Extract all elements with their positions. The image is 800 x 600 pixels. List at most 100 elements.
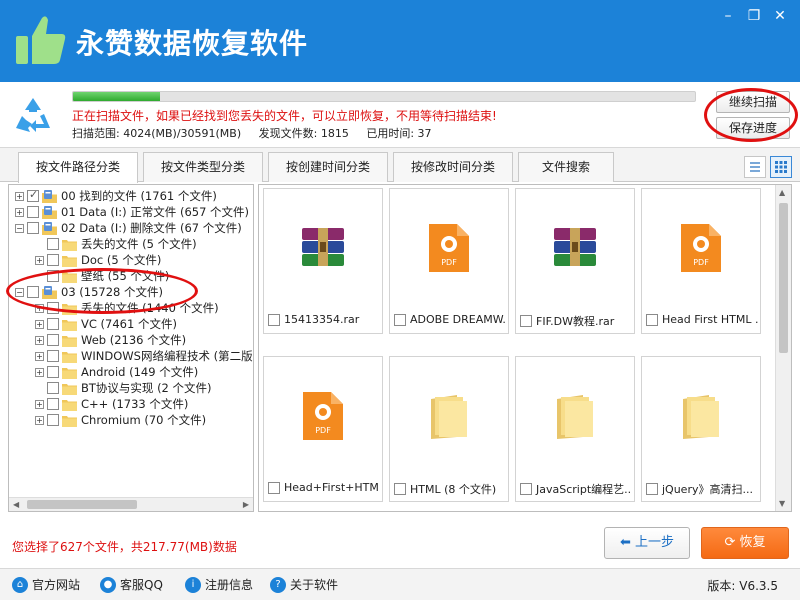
official-site-link[interactable]: ⌂ 官方网站	[12, 576, 80, 593]
tab-bar: 按文件路径分类 按文件类型分类 按创建时间分类 按修改时间分类 文件搜索	[0, 148, 800, 183]
tree-node-label: Chromium (70 个文件)	[81, 413, 207, 427]
close-button[interactable]: ✕	[768, 6, 792, 26]
support-qq-label: 客服QQ	[120, 578, 163, 592]
expand-icon[interactable]: +	[35, 303, 44, 313]
folder-tree[interactable]: ◀ ▶ +00 找到的文件 (1761 个文件)+01 Data (I:) 正常…	[8, 184, 254, 512]
grid-view-icon[interactable]	[770, 156, 792, 178]
expand-icon[interactable]: +	[35, 255, 44, 265]
tree-node-checkbox[interactable]	[47, 254, 59, 266]
tree-node[interactable]: 壁纸 (55 个文件)	[35, 268, 169, 284]
expand-icon[interactable]: +	[35, 399, 44, 409]
file-tile[interactable]: HTML (8 个文件)	[389, 356, 509, 502]
tree-node-checkbox[interactable]	[47, 414, 59, 426]
tab-by-created[interactable]: 按创建时间分类	[268, 152, 388, 182]
tree-node-checkbox[interactable]	[47, 366, 59, 378]
tree-node-checkbox[interactable]	[47, 238, 59, 250]
tree-node[interactable]: + C++ (1733 个文件)	[35, 396, 188, 412]
continue-scan-button[interactable]: 继续扫描	[716, 91, 790, 113]
tree-node-checkbox[interactable]	[27, 206, 39, 218]
tree-node-checkbox[interactable]	[47, 318, 59, 330]
expand-icon[interactable]: +	[35, 335, 44, 345]
tree-node[interactable]: BT协议与实现 (2 个文件)	[35, 380, 212, 396]
tree-node-label: WINDOWS网络编程技术 (第二版)	[81, 349, 254, 363]
expand-icon[interactable]: +	[35, 367, 44, 377]
tree-node[interactable]: +00 找到的文件 (1761 个文件)	[15, 188, 217, 204]
tree-node[interactable]: + 丢失的文件 (1440 个文件)	[35, 300, 219, 316]
file-tile[interactable]: JavaScript编程艺...	[515, 356, 635, 502]
recover-label: 恢复	[739, 535, 766, 550]
tree-node-label: 01 Data (I:) 正常文件 (657 个文件)	[61, 205, 250, 219]
arrow-left-icon: ⬅	[619, 535, 631, 550]
expand-icon[interactable]: +	[35, 319, 44, 329]
save-progress-button[interactable]: 保存进度	[716, 117, 790, 139]
tree-node-checkbox[interactable]	[27, 222, 39, 234]
pdf-file-icon: PDF	[264, 357, 382, 475]
official-site-label: 官方网站	[32, 578, 81, 592]
file-tile[interactable]: 15413354.rar	[263, 188, 383, 334]
file-tile[interactable]: PDF Head+First+HTM...	[263, 356, 383, 502]
tree-horizontal-scrollbar[interactable]: ◀ ▶	[9, 497, 253, 511]
tree-node[interactable]: + VC (7461 个文件)	[35, 316, 177, 332]
file-checkbox[interactable]	[520, 315, 532, 327]
file-tile[interactable]: PDF ADOBE DREAMW...	[389, 188, 509, 334]
tree-node-checkbox[interactable]	[47, 398, 59, 410]
previous-step-button[interactable]: ⬅ 上一步	[604, 527, 690, 559]
tree-node-checkbox[interactable]	[47, 302, 59, 314]
file-checkbox[interactable]	[394, 483, 406, 495]
tree-node-checkbox[interactable]	[47, 334, 59, 346]
file-checkbox[interactable]	[268, 313, 280, 326]
file-checkbox[interactable]	[520, 483, 532, 495]
collapse-icon[interactable]: −	[15, 287, 24, 297]
file-checkbox[interactable]	[394, 313, 406, 326]
expand-icon[interactable]: +	[15, 191, 24, 201]
tree-node[interactable]: + Web (2136 个文件)	[35, 332, 186, 348]
tree-node[interactable]: − 03 (15728 个文件)	[15, 284, 163, 300]
tab-by-modified[interactable]: 按修改时间分类	[393, 152, 513, 182]
recover-button[interactable]: ⟳ 恢复	[701, 527, 789, 559]
file-name: HTML (8 个文件)	[410, 483, 497, 496]
tab-by-type[interactable]: 按文件类型分类	[143, 152, 263, 182]
file-tile-caption: Head+First+HTM...	[268, 481, 380, 494]
file-checkbox[interactable]	[646, 483, 658, 495]
tree-node[interactable]: 丢失的文件 (5 个文件)	[35, 236, 197, 252]
pdf-file-icon: PDF	[642, 189, 760, 307]
minimize-button[interactable]: –	[716, 6, 740, 26]
expand-icon[interactable]: +	[15, 207, 24, 217]
maximize-button[interactable]: ❐	[742, 6, 766, 26]
collapse-icon[interactable]: −	[15, 223, 24, 233]
folder-icon	[62, 383, 77, 395]
thumbs-up-logo-icon	[16, 16, 66, 64]
folder-icon	[62, 255, 77, 267]
tree-node-checkbox[interactable]	[47, 382, 59, 394]
tree-node[interactable]: + Chromium (70 个文件)	[35, 412, 206, 428]
tree-node-checkbox[interactable]	[27, 286, 39, 298]
tree-node[interactable]: +01 Data (I:) 正常文件 (657 个文件)	[15, 204, 249, 220]
tab-search[interactable]: 文件搜索	[518, 152, 614, 182]
tree-node-checkbox[interactable]	[47, 350, 59, 362]
tree-node-checkbox[interactable]	[27, 188, 39, 202]
expand-icon[interactable]: +	[35, 351, 44, 361]
tree-node[interactable]: − 02 Data (I:) 删除文件 (67 个文件)	[15, 220, 242, 236]
tree-node-checkbox[interactable]	[47, 270, 59, 282]
tab-by-path[interactable]: 按文件路径分类	[18, 152, 138, 183]
tree-node-label: 03 (15728 个文件)	[61, 285, 164, 299]
folder-icon	[62, 303, 77, 315]
support-qq-link[interactable]: ● 客服QQ	[100, 576, 163, 593]
list-view-icon[interactable]	[744, 156, 766, 178]
file-tile[interactable]: FIF.DW教程.rar	[515, 188, 635, 334]
tree-node-label: 丢失的文件 (5 个文件)	[81, 237, 197, 251]
tree-node-label: 壁纸 (55 个文件)	[81, 269, 170, 283]
tree-node[interactable]: + Doc (5 个文件)	[35, 252, 161, 268]
tree-node[interactable]: + WINDOWS网络编程技术 (第二版)	[35, 348, 254, 364]
grid-vertical-scrollbar[interactable]: ▲ ▼	[775, 185, 791, 511]
file-checkbox[interactable]	[268, 481, 280, 494]
file-tile[interactable]: jQuery》高清扫...	[641, 356, 761, 502]
tree-node[interactable]: + Android (149 个文件)	[35, 364, 198, 380]
file-checkbox[interactable]	[646, 313, 658, 326]
registration-link[interactable]: i 注册信息	[185, 576, 253, 593]
file-grid[interactable]: ▲ ▼ 15413354.rar PDF ADOBE DREAMW... FIF.DW…	[258, 184, 792, 512]
file-tile[interactable]: PDF Head First HTML ...	[641, 188, 761, 334]
expand-icon[interactable]: +	[35, 415, 44, 425]
about-link[interactable]: ? 关于软件	[270, 576, 338, 593]
tree-node-label: 00 找到的文件 (1761 个文件)	[61, 189, 217, 203]
